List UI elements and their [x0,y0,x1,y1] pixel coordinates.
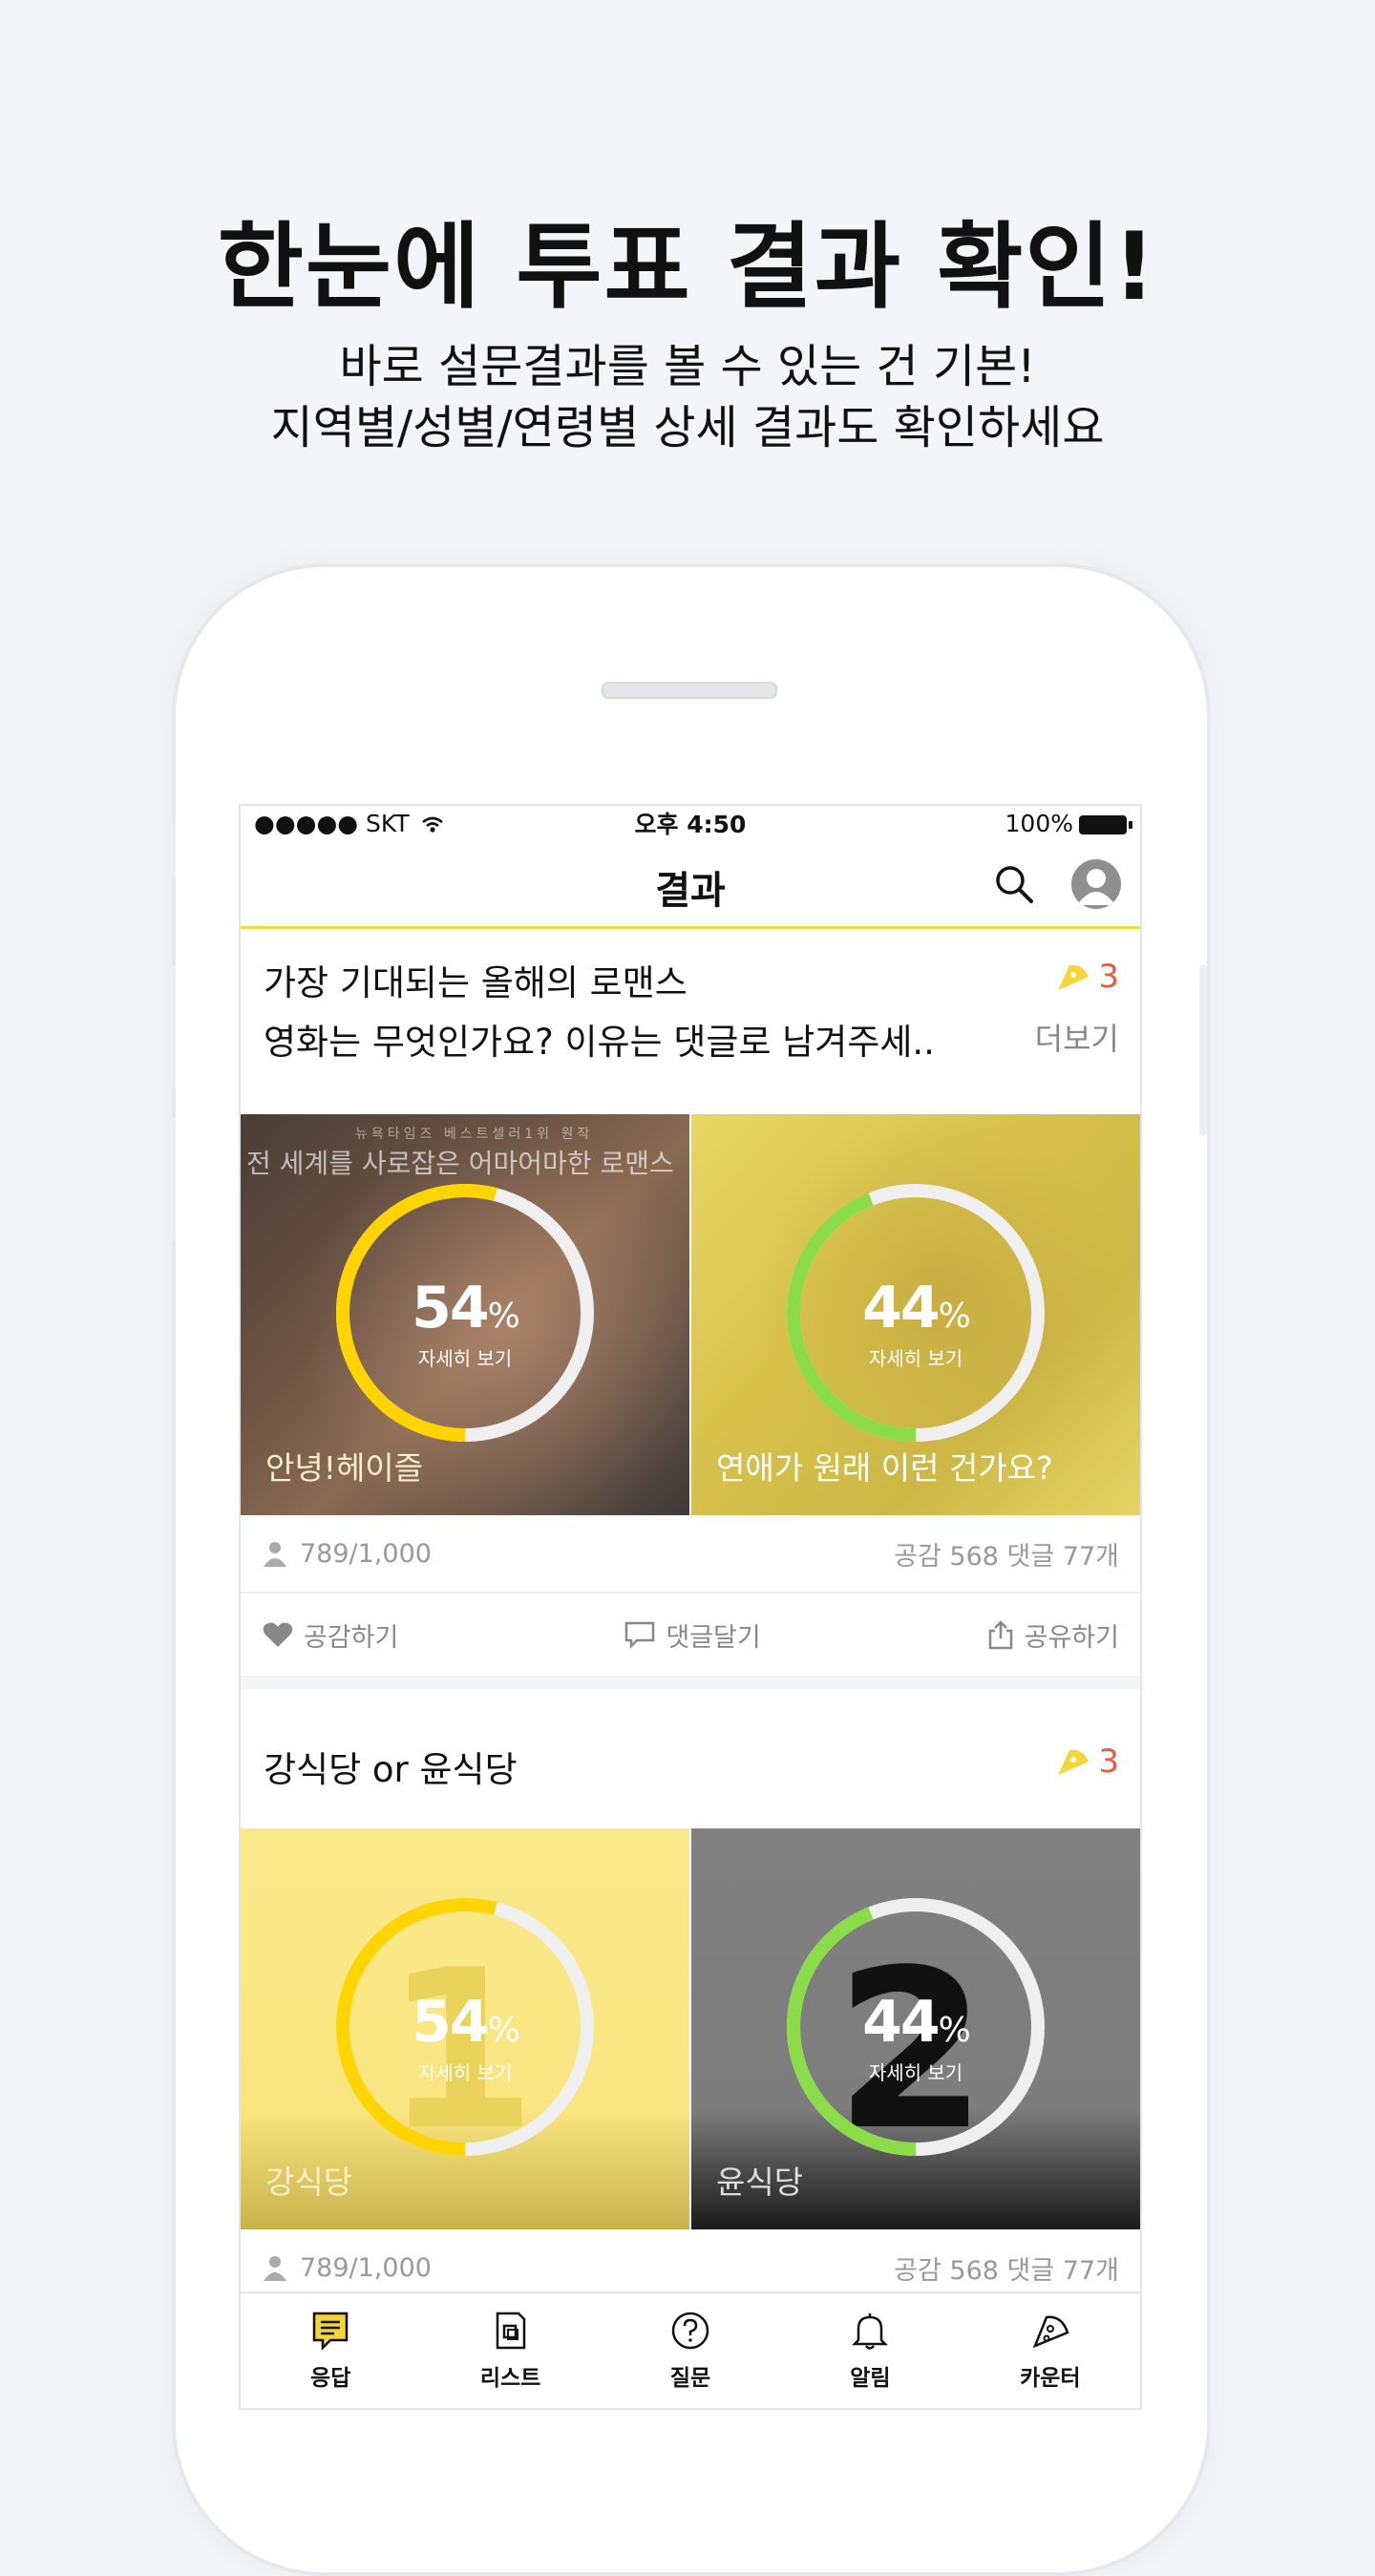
poll-question-line1[interactable]: 강식당 or 윤식당 [264,1741,1117,1800]
share-icon [988,1620,1012,1650]
profile-icon[interactable] [1071,859,1121,909]
counter-icon [1058,964,1089,990]
poll-actions: 공감하기 댓글달기 공유하기 [241,1594,1140,1676]
tab-label: 카운터 [1020,2366,1081,2391]
battery-status: 100% [1005,810,1132,837]
counter-badge: 3 [1054,1742,1119,1781]
poll-header: 가장 기대되는 올해의 로맨스 영화는 무엇인가요? 이유는 댓글로 남겨주세.… [241,929,1140,1114]
option-label: 윤식당 [716,2164,804,2201]
poll-question-line2[interactable]: 영화는 무엇인가요? 이유는 댓글로 남겨주세.. [264,1013,1117,1072]
tab-counter[interactable]: 카운터 [961,2293,1140,2408]
poll-stats: 789/1,000 공감 568 댓글 77개 [241,1515,1140,1594]
poll-options: 뉴욕타임즈 베스트셀러1위 원작 전 세계를 사로잡은 어마어마한 로맨스 54… [241,1114,1140,1515]
tab-list[interactable]: 리스트 [420,2293,600,2408]
poster-caption: 전 세계를 사로잡은 어마어마한 로맨스 [246,1148,674,1179]
carrier-signal: ●●●●● SKT [254,810,444,837]
poll-card: 가장 기대되는 올해의 로맨스 영화는 무엇인가요? 이유는 댓글로 남겨주세.… [241,929,1140,1676]
poll-card: 강식당 or 윤식당 3 1 54% 자세히 보기 강식당 2 44% 자세히 … [241,1689,1140,2308]
result-percent: 54% [412,1275,520,1341]
poster-tagline: 뉴욕타임즈 베스트셀러1위 원작 [355,1127,594,1142]
counter-badge-count: 3 [1098,958,1119,996]
status-bar: ●●●●● SKT 오후 4:50 100% [241,806,1140,840]
hero-subtitle-line1: 바로 설문결과를 볼 수 있는 건 기본! [339,340,1036,393]
phone-mute-switch [168,821,176,878]
likes-comments-count: 공감 568 댓글 77개 [894,1541,1119,1572]
phone-volume-up [168,964,176,1088]
comment-icon [625,1621,655,1649]
poll-option-2[interactable]: 2 44% 자세히 보기 윤식당 [689,1828,1140,2229]
battery-icon [1079,814,1132,834]
counter-icon [1058,1749,1089,1775]
wifi-icon [421,816,443,833]
result-percent: 54% [412,1989,520,2056]
bell-icon [852,2313,889,2350]
comment-label: 댓글달기 [666,1622,761,1653]
detail-link[interactable]: 자세히 보기 [331,2058,599,2085]
poll-option-2[interactable]: 44% 자세히 보기 연애가 원래 이런 건가요? [689,1114,1140,1515]
likes-comments-count: 공감 568 댓글 77개 [894,2255,1119,2286]
option-label: 연애가 원래 이런 건가요? [716,1449,1053,1487]
tab-notification[interactable]: 알림 [780,2293,960,2408]
hero-subtitle: 바로 설문결과를 볼 수 있는 건 기본! 지역별/성별/연령별 상세 결과도 … [0,336,1375,458]
share-label: 공유하기 [1024,1622,1119,1653]
detail-link[interactable]: 자세히 보기 [782,2058,1049,2085]
list-icon [496,2312,525,2350]
option-label: 강식당 [265,2164,353,2201]
participants-icon [264,2256,286,2281]
heart-icon [263,1622,293,1647]
phone-volume-down [168,1117,176,1241]
counter-icon [1032,2315,1069,2349]
result-percent: 44% [862,1275,971,1341]
search-icon[interactable] [993,863,1035,905]
tab-answer[interactable]: 응답 [241,2293,420,2408]
hero-subtitle-line2: 지역별/성별/연령별 상세 결과도 확인하세요 [270,401,1105,454]
phone-power-button [1199,964,1207,1136]
like-button[interactable]: 공감하기 [262,1616,398,1654]
hero-title: 한눈에 투표 결과 확인! [217,213,1158,322]
phone-speaker [602,682,777,699]
answer-icon [312,2312,349,2352]
tab-question[interactable]: 질문 [601,2293,780,2408]
poll-option-1[interactable]: 1 54% 자세히 보기 강식당 [241,1828,689,2229]
result-percent: 44% [862,1989,971,2056]
more-link[interactable]: 더보기 [1035,1015,1119,1059]
poll-options: 1 54% 자세히 보기 강식당 2 44% 자세히 보기 윤식당 [241,1828,1140,2229]
nav-bar: 결과 [241,840,1140,929]
detail-link[interactable]: 자세히 보기 [331,1343,599,1371]
detail-link[interactable]: 자세히 보기 [782,1343,1049,1371]
participants-icon [264,1542,286,1567]
tab-label: 알림 [850,2366,891,2391]
tab-label: 질문 [669,2366,711,2391]
counter-badge-count: 3 [1098,1742,1119,1781]
tab-label: 응답 [310,2366,351,2391]
poll-question-line1[interactable]: 가장 기대되는 올해의 로맨스 [264,954,1117,1013]
option-label: 안녕!헤이즐 [265,1449,424,1487]
comment-button[interactable]: 댓글달기 [624,1616,761,1654]
like-label: 공감하기 [304,1622,399,1653]
participants-count: 789/1,000 [300,2252,432,2283]
share-button[interactable]: 공유하기 [986,1616,1119,1654]
participants-count: 789/1,000 [300,1538,432,1569]
poll-header: 강식당 or 윤식당 3 [241,1689,1140,1828]
app-screen: ●●●●● SKT 오후 4:50 100% 결과 가장 기대되는 올해의 로맨… [239,804,1142,2410]
tab-bar: 응답 리스트 질문 알림 카운터 [241,2291,1140,2408]
poll-option-1[interactable]: 뉴욕타임즈 베스트셀러1위 원작 전 세계를 사로잡은 어마어마한 로맨스 54… [241,1114,689,1515]
counter-badge: 3 [1054,958,1119,996]
tab-label: 리스트 [479,2366,541,2391]
question-icon [671,2312,709,2350]
